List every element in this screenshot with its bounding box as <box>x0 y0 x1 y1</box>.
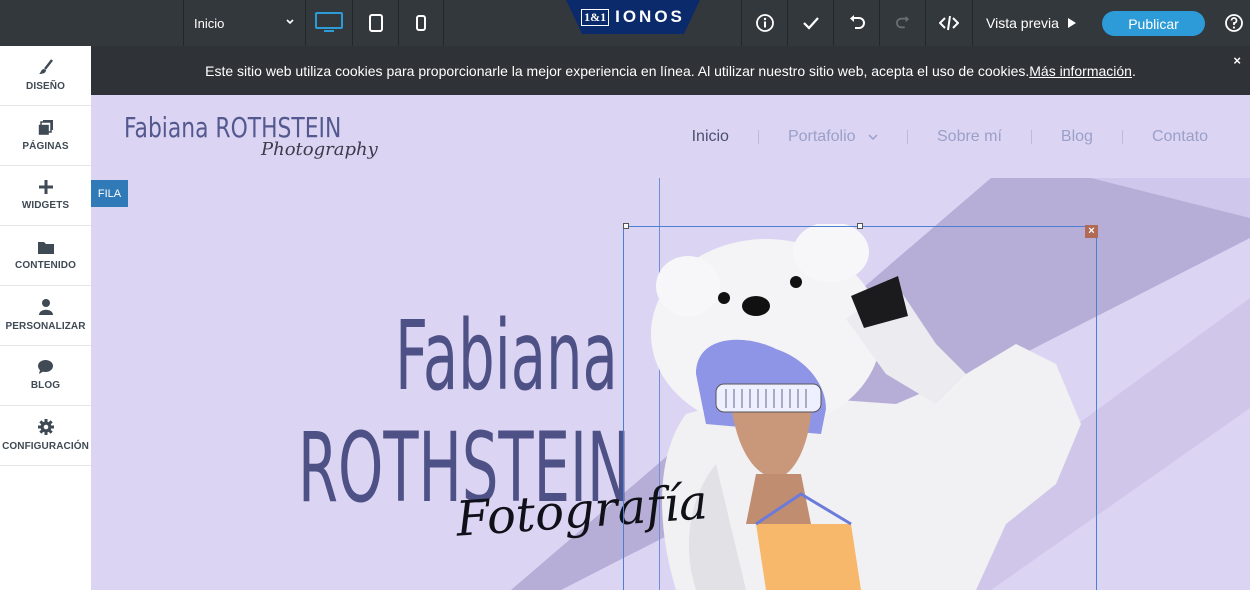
chevron-down-icon <box>868 134 878 141</box>
publish-button[interactable]: Publicar <box>1102 11 1205 36</box>
chat-bubble-icon <box>38 360 53 374</box>
sidebar-item-label: BLOG <box>30 380 61 391</box>
undo-button[interactable] <box>833 0 879 46</box>
sidebar-item-blog[interactable]: BLOG <box>0 346 91 406</box>
editor-toolbar: Inicio 1&1 IONOS Vista previa Publicar <box>0 0 1250 46</box>
sidebar-item-label: DISEÑO <box>26 81 65 92</box>
redo-button[interactable] <box>879 0 925 46</box>
cookie-close-button[interactable]: × <box>1233 53 1241 68</box>
code-button[interactable] <box>925 0 971 46</box>
page-select-value: Inicio <box>194 15 225 31</box>
nav-divider <box>907 130 908 144</box>
site-header[interactable]: Fabiana ROTHSTEIN Photography Inicio Por… <box>91 95 1250 179</box>
save-button[interactable] <box>787 0 833 46</box>
sidebar-item-label: CONTENIDO <box>15 259 76 271</box>
help-button[interactable] <box>1218 0 1250 46</box>
site-logo-subtitle: Photography <box>261 139 378 160</box>
undo-icon <box>849 15 865 29</box>
hero-section[interactable]: FILA Fabiana ROTHSTEIN Fotografía × <box>91 178 1250 590</box>
tablet-icon <box>368 14 383 32</box>
preview-button[interactable]: Vista previa <box>972 0 1090 46</box>
desktop-icon <box>315 12 343 32</box>
publish-label: Publicar <box>1128 15 1179 32</box>
brand-box: 1&1 <box>581 8 610 26</box>
preview-label: Vista previa <box>986 15 1059 31</box>
nav-divider <box>1121 130 1123 144</box>
nav-divider <box>757 130 759 144</box>
cookie-more-info-link[interactable]: Más información <box>1029 63 1132 79</box>
ionos-logo: 1&1 IONOS <box>566 0 700 34</box>
sidebar-item-customize[interactable]: PERSONALIZAR <box>0 286 91 346</box>
folder-icon <box>37 241 54 254</box>
check-icon <box>802 17 819 30</box>
resize-handle[interactable] <box>857 223 863 229</box>
image-selection-frame[interactable] <box>623 226 1097 590</box>
nav-item-about[interactable]: Sobre mí <box>937 128 1002 146</box>
sidebar-item-pages[interactable]: PÁGINAS <box>0 106 91 166</box>
cookie-text: Este sitio web utiliza cookies para prop… <box>205 62 1030 79</box>
tablet-view-button[interactable] <box>352 0 398 46</box>
sidebar-item-label: PÁGINAS <box>22 140 69 152</box>
sidebar-item-label: PERSONALIZAR <box>5 321 86 332</box>
info-button[interactable] <box>741 0 787 46</box>
info-icon <box>755 14 774 32</box>
resize-handle[interactable] <box>623 223 629 229</box>
nav-item-blog[interactable]: Blog <box>1061 128 1093 146</box>
cookie-banner: Este sitio web utiliza cookies para prop… <box>91 46 1250 95</box>
sidebar-item-content[interactable]: CONTENIDO <box>0 226 91 286</box>
nav-item-label: Portafolio <box>787 128 856 145</box>
play-icon <box>1067 18 1076 28</box>
code-icon <box>938 15 959 31</box>
nav-item-contact[interactable]: Contato <box>1152 128 1208 146</box>
sidebar-item-label: WIDGETS <box>21 200 70 211</box>
plus-icon <box>38 180 53 194</box>
nav-item-portfolio[interactable]: Portafolio <box>788 128 878 146</box>
delete-element-button[interactable]: × <box>1085 225 1098 238</box>
cookie-period: . <box>1131 62 1136 79</box>
brand-word: IONOS <box>615 7 685 26</box>
pages-icon <box>38 119 53 135</box>
sidebar-item-widgets[interactable]: WIDGETS <box>0 166 91 226</box>
mobile-view-button[interactable] <box>398 0 444 46</box>
row-tag[interactable]: FILA <box>91 180 128 207</box>
sidebar-item-settings[interactable]: CONFIGURACIÓN <box>0 406 91 466</box>
chevron-down-icon <box>286 19 294 25</box>
desktop-view-button[interactable] <box>305 0 352 46</box>
gear-icon <box>37 419 54 435</box>
editor-sidebar: DISEÑO PÁGINAS WIDGETS CONTENIDO PERSONA… <box>0 46 91 590</box>
sidebar-item-label: CONFIGURACIÓN <box>2 441 89 452</box>
help-icon <box>1225 14 1243 32</box>
page-select[interactable]: Inicio <box>183 0 305 46</box>
nav-divider <box>1030 130 1032 144</box>
brush-icon <box>38 59 53 74</box>
hero-title-line1[interactable]: Fabiana <box>395 308 618 404</box>
mobile-icon <box>416 15 426 31</box>
site-nav: Inicio Portafolio Sobre mí Blog Contato <box>692 128 1208 146</box>
redo-icon <box>895 16 909 29</box>
nav-item-home[interactable]: Inicio <box>692 128 729 146</box>
sidebar-item-design[interactable]: DISEÑO <box>0 46 91 106</box>
user-icon <box>38 299 53 315</box>
